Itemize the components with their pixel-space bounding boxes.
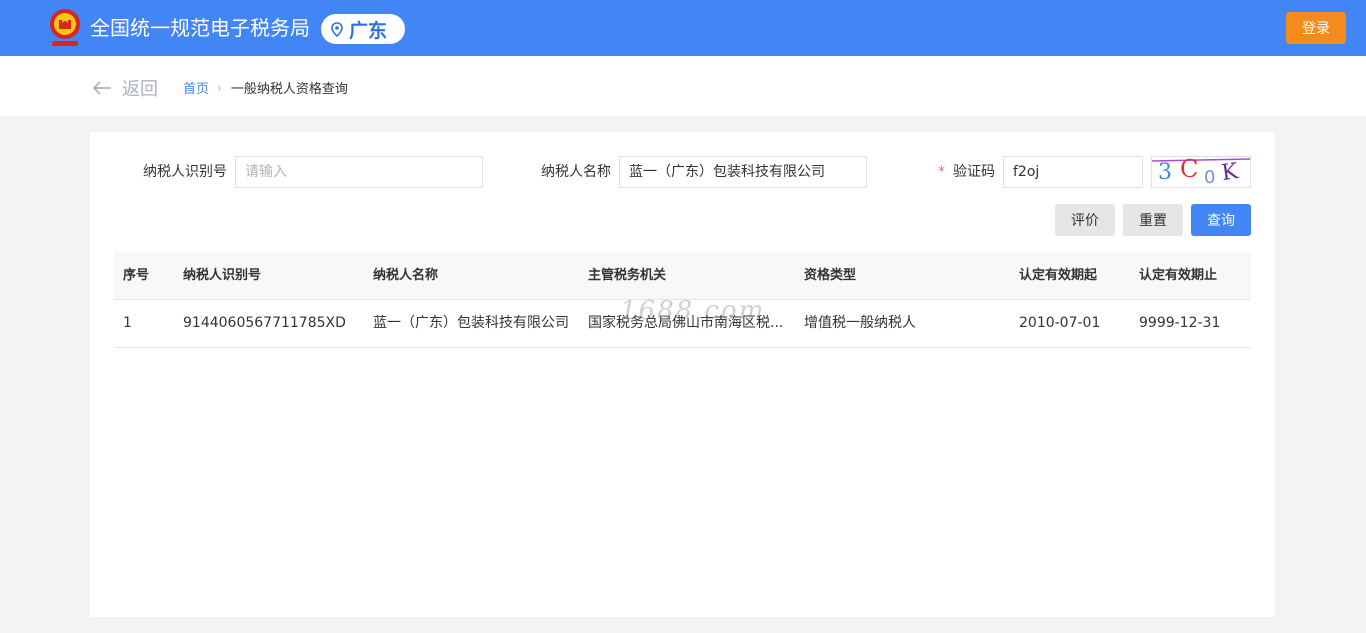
column-header: 认定有效期起: [1019, 268, 1098, 283]
column-header: 认定有效期止: [1139, 268, 1218, 283]
captcha-input[interactable]: f2oj: [1003, 156, 1143, 188]
column-header: 纳税人识别号: [183, 268, 262, 283]
required-mark: *: [938, 164, 945, 180]
column-header: 纳税人名称: [373, 268, 439, 283]
breadcrumb-current: 一般纳税人资格查询: [230, 82, 348, 97]
results-table: 序号 纳税人识别号 纳税人名称 主管税务机关 资格类型 认定有效期起 认定有效期…: [114, 252, 1251, 348]
query-panel: 纳税人识别号 请输入 纳税人名称 蓝一（广东）包装科技有限公司 * 验证码 f2o…: [90, 132, 1275, 617]
table-header: 序号 纳税人识别号 纳税人名称 主管税务机关 资格类型 认定有效期起 认定有效期…: [114, 252, 1251, 300]
table-row: 1 9144060567711785XD 蓝一（广东）包装科技有限公司 国家税务…: [114, 300, 1251, 348]
captcha-label: * 验证码: [938, 156, 995, 188]
table-cell: 2010-07-01: [1019, 315, 1101, 331]
captcha-label-text: 验证码: [953, 164, 995, 180]
national-emblem-icon: [50, 9, 80, 46]
table-cell: 蓝一（广东）包装科技有限公司: [373, 315, 569, 331]
taxpayer-name-label: 纳税人名称: [541, 164, 611, 180]
captcha-image[interactable]: 3 C 0 K: [1151, 155, 1251, 188]
chevron-right-icon: ›: [217, 80, 222, 95]
back-label: 返回: [122, 79, 158, 100]
captcha-char-2: C: [1180, 157, 1198, 183]
table-cell: 9144060567711785XD: [183, 315, 346, 331]
column-header: 主管税务机关: [588, 268, 667, 283]
top-header: 全国统一规范电子税务局 广东 登录: [0, 0, 1366, 56]
region-selector[interactable]: 广东: [321, 14, 405, 44]
breadcrumb: 首页 › 一般纳税人资格查询: [183, 78, 348, 98]
taxpayer-name-input[interactable]: 蓝一（广东）包装科技有限公司: [619, 156, 867, 188]
captcha-char-1: 3: [1158, 160, 1172, 185]
table-cell: 9999-12-31: [1139, 315, 1221, 331]
login-button[interactable]: 登录: [1286, 12, 1346, 44]
breadcrumb-bar: 返回 首页 › 一般纳税人资格查询: [0, 56, 1366, 116]
column-header: 资格类型: [804, 268, 857, 283]
taxpayer-id-label: 纳税人识别号: [143, 164, 227, 180]
query-button[interactable]: 查询: [1191, 204, 1251, 236]
table-cell: 1: [123, 315, 132, 331]
evaluate-button[interactable]: 评价: [1055, 204, 1115, 236]
taxpayer-id-input[interactable]: 请输入: [235, 156, 483, 188]
table-cell: 国家税务总局佛山市南海区税...: [588, 315, 784, 331]
reset-button[interactable]: 重置: [1123, 204, 1183, 236]
back-button[interactable]: 返回: [92, 75, 158, 101]
breadcrumb-home[interactable]: 首页: [183, 78, 209, 97]
region-label: 广东: [349, 19, 388, 42]
column-header: 序号: [123, 268, 150, 283]
table-cell: 增值税一般纳税人: [804, 315, 916, 331]
app-title: 全国统一规范电子税务局: [90, 16, 310, 40]
location-pin-icon: [331, 21, 343, 37]
captcha-char-3: 0: [1204, 167, 1215, 187]
arrow-left-icon: [92, 81, 111, 95]
captcha-image-graphic: 3 C 0 K: [1151, 155, 1251, 188]
captcha-char-4: K: [1220, 159, 1240, 186]
